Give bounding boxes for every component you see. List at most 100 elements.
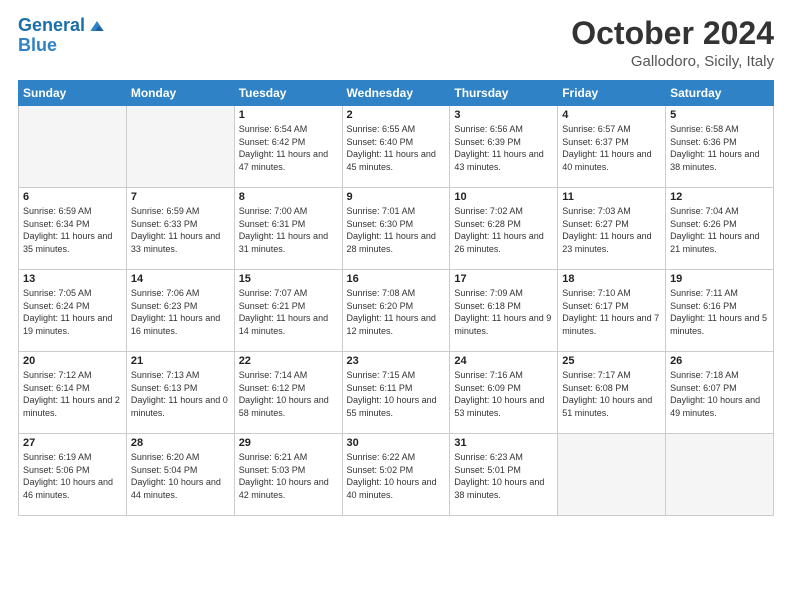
day-info: Sunrise: 6:54 AM Sunset: 6:42 PM Dayligh… xyxy=(239,123,338,173)
day-info: Sunrise: 6:56 AM Sunset: 6:39 PM Dayligh… xyxy=(454,123,553,173)
day-info: Sunrise: 6:21 AM Sunset: 5:03 PM Dayligh… xyxy=(239,451,338,501)
day-number: 15 xyxy=(239,273,338,285)
table-row xyxy=(19,106,127,188)
table-row: 4Sunrise: 6:57 AM Sunset: 6:37 PM Daylig… xyxy=(558,106,666,188)
table-row: 6 Sunrise: 6:59 AM Sunset: 6:34 PM Daylig… xyxy=(19,188,127,270)
day-info: Sunrise: 7:08 AM Sunset: 6:20 PM Dayligh… xyxy=(347,287,446,337)
day-number: 11 xyxy=(562,191,661,203)
table-row: 20 Sunrise: 7:12 AM Sunset: 6:14 PM Dayli… xyxy=(19,352,127,434)
day-info: Sunrise: 7:02 AM Sunset: 6:28 PM Dayligh… xyxy=(454,205,553,255)
day-number: 26 xyxy=(670,355,769,367)
day-number: 9 xyxy=(347,191,446,203)
table-row: 10 Sunrise: 7:02 AM Sunset: 6:28 PM Dayli… xyxy=(450,188,558,270)
day-info: Sunrise: 7:03 AM Sunset: 6:27 PM Dayligh… xyxy=(562,205,661,255)
table-row: 16 Sunrise: 7:08 AM Sunset: 6:20 PM Dayli… xyxy=(342,270,450,352)
table-row: 3 Sunrise: 6:56 AM Sunset: 6:39 PM Daylig… xyxy=(450,106,558,188)
day-info: Sunrise: 6:22 AM Sunset: 5:02 PM Dayligh… xyxy=(347,451,446,501)
table-row: 21 Sunrise: 7:13 AM Sunset: 6:13 PM Dayli… xyxy=(126,352,234,434)
day-info: Sunrise: 6:59 AM Sunset: 6:34 PM Dayligh… xyxy=(23,205,122,255)
day-info: Sunrise: 7:18 AM Sunset: 6:07 PM Dayligh… xyxy=(670,369,769,419)
day-number: 30 xyxy=(347,437,446,449)
day-info: Sunrise: 7:10 AM Sunset: 6:17 PM Dayligh… xyxy=(562,287,661,337)
table-row: 30 Sunrise: 6:22 AM Sunset: 5:02 PM Dayli… xyxy=(342,434,450,516)
day-info: Sunrise: 7:12 AM Sunset: 6:14 PM Dayligh… xyxy=(23,369,122,419)
header-row: Sunday Monday Tuesday Wednesday Thursday… xyxy=(19,81,774,106)
day-number: 19 xyxy=(670,273,769,285)
day-info: Sunrise: 7:04 AM Sunset: 6:26 PM Dayligh… xyxy=(670,205,769,255)
day-number: 2 xyxy=(347,109,446,121)
table-row: 25Sunrise: 7:17 AM Sunset: 6:08 PM Dayli… xyxy=(558,352,666,434)
week-row-3: 20 Sunrise: 7:12 AM Sunset: 6:14 PM Dayli… xyxy=(19,352,774,434)
week-row-0: 1 Sunrise: 6:54 AM Sunset: 6:42 PM Daylig… xyxy=(19,106,774,188)
table-row xyxy=(666,434,774,516)
day-number: 27 xyxy=(23,437,122,449)
day-info: Sunrise: 7:01 AM Sunset: 6:30 PM Dayligh… xyxy=(347,205,446,255)
day-number: 28 xyxy=(131,437,230,449)
calendar-title: October 2024 xyxy=(571,16,774,51)
day-number: 21 xyxy=(131,355,230,367)
day-number: 10 xyxy=(454,191,553,203)
day-info: Sunrise: 7:09 AM Sunset: 6:18 PM Dayligh… xyxy=(454,287,553,337)
table-row xyxy=(558,434,666,516)
table-row: 17 Sunrise: 7:09 AM Sunset: 6:18 PM Dayli… xyxy=(450,270,558,352)
day-info: Sunrise: 7:00 AM Sunset: 6:31 PM Dayligh… xyxy=(239,205,338,255)
day-info: Sunrise: 7:17 AM Sunset: 6:08 PM Dayligh… xyxy=(562,369,661,419)
day-number: 7 xyxy=(131,191,230,203)
col-friday: Friday xyxy=(558,81,666,106)
day-info: Sunrise: 7:14 AM Sunset: 6:12 PM Dayligh… xyxy=(239,369,338,419)
day-info: Sunrise: 6:59 AM Sunset: 6:33 PM Dayligh… xyxy=(131,205,230,255)
table-row: 19Sunrise: 7:11 AM Sunset: 6:16 PM Dayli… xyxy=(666,270,774,352)
table-row: 5Sunrise: 6:58 AM Sunset: 6:36 PM Daylig… xyxy=(666,106,774,188)
day-info: Sunrise: 7:05 AM Sunset: 6:24 PM Dayligh… xyxy=(23,287,122,337)
logo-text: General xyxy=(18,16,85,36)
table-row: 24 Sunrise: 7:16 AM Sunset: 6:09 PM Dayli… xyxy=(450,352,558,434)
day-number: 23 xyxy=(347,355,446,367)
day-number: 16 xyxy=(347,273,446,285)
col-saturday: Saturday xyxy=(666,81,774,106)
day-info: Sunrise: 7:07 AM Sunset: 6:21 PM Dayligh… xyxy=(239,287,338,337)
day-number: 20 xyxy=(23,355,122,367)
table-row: 31Sunrise: 6:23 AM Sunset: 5:01 PM Dayli… xyxy=(450,434,558,516)
table-row: 28 Sunrise: 6:20 AM Sunset: 5:04 PM Dayli… xyxy=(126,434,234,516)
calendar-table: Sunday Monday Tuesday Wednesday Thursday… xyxy=(18,80,774,516)
day-number: 1 xyxy=(239,109,338,121)
col-monday: Monday xyxy=(126,81,234,106)
day-info: Sunrise: 7:16 AM Sunset: 6:09 PM Dayligh… xyxy=(454,369,553,419)
day-number: 3 xyxy=(454,109,553,121)
day-info: Sunrise: 6:55 AM Sunset: 6:40 PM Dayligh… xyxy=(347,123,446,173)
table-row: 2 Sunrise: 6:55 AM Sunset: 6:40 PM Daylig… xyxy=(342,106,450,188)
col-thursday: Thursday xyxy=(450,81,558,106)
table-row: 7 Sunrise: 6:59 AM Sunset: 6:33 PM Daylig… xyxy=(126,188,234,270)
table-row xyxy=(126,106,234,188)
logo: General Blue xyxy=(18,16,107,56)
page: General Blue October 2024 Gallodoro, Sic… xyxy=(0,0,792,612)
day-info: Sunrise: 6:23 AM Sunset: 5:01 PM Dayligh… xyxy=(454,451,553,501)
day-number: 8 xyxy=(239,191,338,203)
table-row: 29 Sunrise: 6:21 AM Sunset: 5:03 PM Dayli… xyxy=(234,434,342,516)
day-info: Sunrise: 6:20 AM Sunset: 5:04 PM Dayligh… xyxy=(131,451,230,501)
day-info: Sunrise: 7:13 AM Sunset: 6:13 PM Dayligh… xyxy=(131,369,230,419)
logo-blue-text: Blue xyxy=(18,36,107,56)
calendar-subtitle: Gallodoro, Sicily, Italy xyxy=(571,53,774,70)
day-number: 24 xyxy=(454,355,553,367)
week-row-1: 6 Sunrise: 6:59 AM Sunset: 6:34 PM Daylig… xyxy=(19,188,774,270)
day-info: Sunrise: 6:19 AM Sunset: 5:06 PM Dayligh… xyxy=(23,451,122,501)
day-number: 6 xyxy=(23,191,122,203)
table-row: 13Sunrise: 7:05 AM Sunset: 6:24 PM Dayli… xyxy=(19,270,127,352)
day-number: 29 xyxy=(239,437,338,449)
day-number: 17 xyxy=(454,273,553,285)
table-row: 15 Sunrise: 7:07 AM Sunset: 6:21 PM Dayli… xyxy=(234,270,342,352)
title-block: October 2024 Gallodoro, Sicily, Italy xyxy=(571,16,774,70)
day-info: Sunrise: 7:06 AM Sunset: 6:23 PM Dayligh… xyxy=(131,287,230,337)
day-info: Sunrise: 7:15 AM Sunset: 6:11 PM Dayligh… xyxy=(347,369,446,419)
table-row: 23 Sunrise: 7:15 AM Sunset: 6:11 PM Dayli… xyxy=(342,352,450,434)
logo-icon xyxy=(87,16,107,36)
table-row: 27 Sunrise: 6:19 AM Sunset: 5:06 PM Dayli… xyxy=(19,434,127,516)
week-row-4: 27 Sunrise: 6:19 AM Sunset: 5:06 PM Dayli… xyxy=(19,434,774,516)
table-row: 14Sunrise: 7:06 AM Sunset: 6:23 PM Dayli… xyxy=(126,270,234,352)
col-sunday: Sunday xyxy=(19,81,127,106)
day-info: Sunrise: 6:58 AM Sunset: 6:36 PM Dayligh… xyxy=(670,123,769,173)
day-number: 4 xyxy=(562,109,661,121)
table-row: 12Sunrise: 7:04 AM Sunset: 6:26 PM Dayli… xyxy=(666,188,774,270)
day-number: 18 xyxy=(562,273,661,285)
